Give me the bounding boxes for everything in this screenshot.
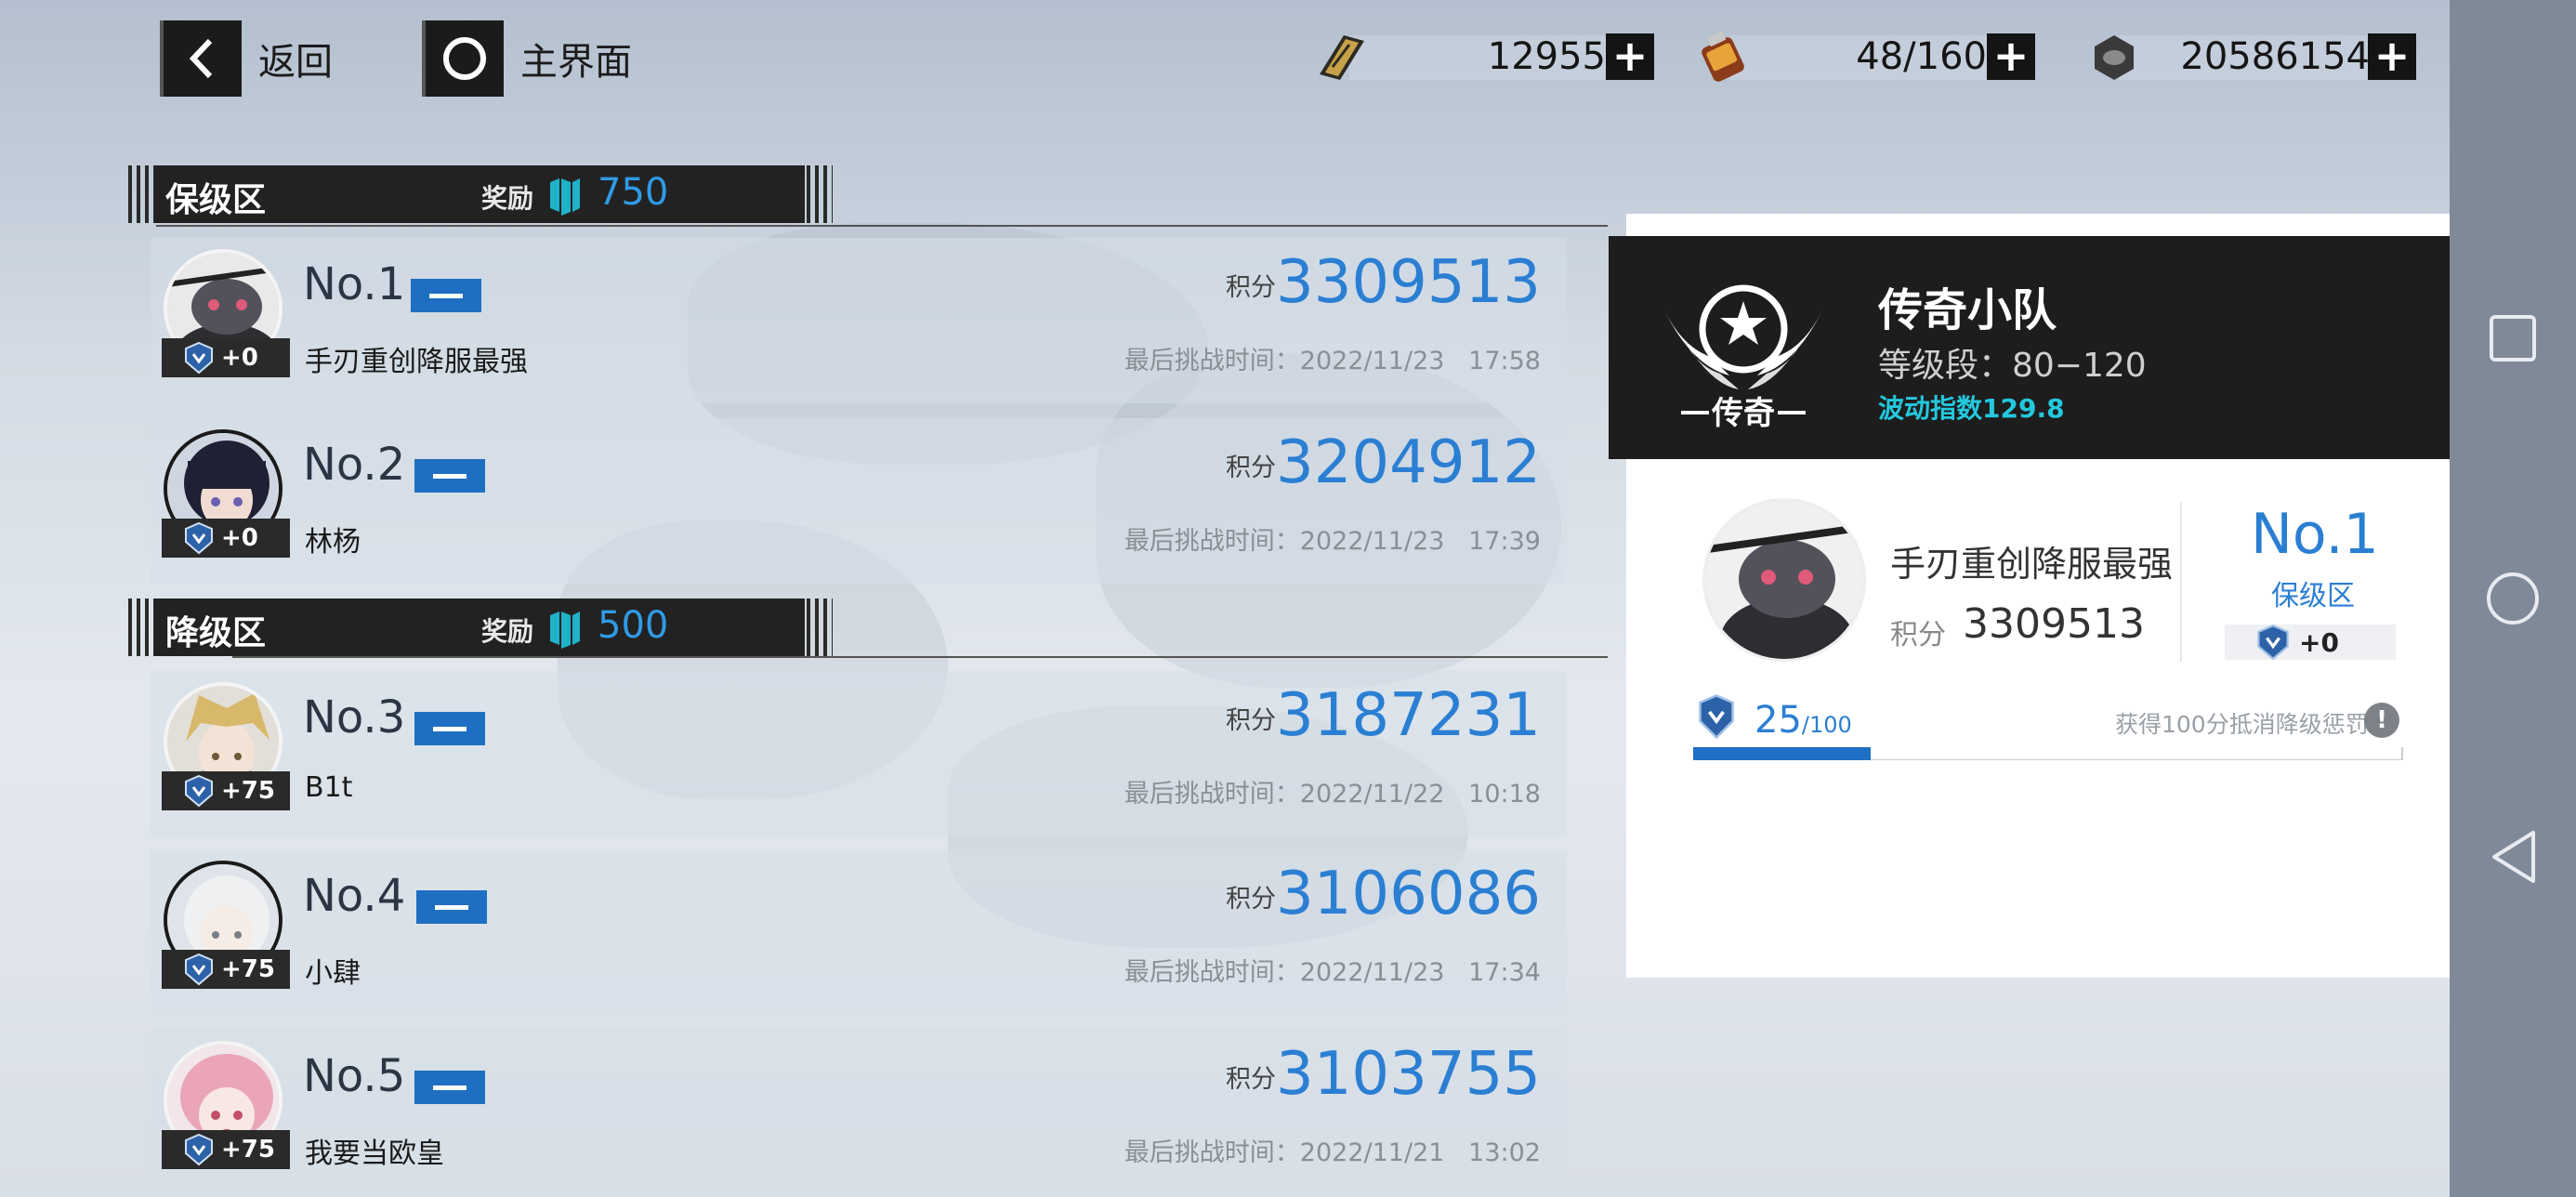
add-ticket-button[interactable]: + (1606, 33, 1654, 80)
rank-change-badge: +0 (162, 338, 290, 377)
team-header: 传奇 传奇小队 等级段：80−120 波动指数129.8 (1609, 236, 2458, 459)
back-label: 返回 (258, 41, 333, 84)
rank-change-badge: +75 (162, 950, 290, 989)
legend-emblem-icon: 传奇 (1664, 284, 1822, 431)
rank-label: No.1 (303, 258, 406, 310)
my-player-name: 手刃重创降服最强 (1890, 544, 2174, 585)
last-challenge-time: 最后挑战时间：2022/11/23 17:39 (1124, 527, 1541, 556)
rank-trend-flat-icon (414, 712, 485, 745)
shield-icon (2257, 625, 2289, 661)
divider (156, 225, 1608, 227)
score: 积分 3309513 (1225, 248, 1541, 317)
rank-label: No.2 (303, 439, 406, 491)
reward-medal-icon (550, 612, 580, 649)
svg-text:传奇: 传奇 (1711, 395, 1775, 431)
last-challenge-time: 最后挑战时间：2022/11/23 17:58 (1124, 347, 1541, 375)
rank-label: No.3 (303, 691, 406, 743)
protection-progress-value: 25/100 (1755, 699, 1852, 742)
recent-apps-button[interactable] (2479, 305, 2546, 372)
team-name: 传奇小队 (1878, 284, 2057, 336)
ranking-row[interactable]: +75 No.4 小肆 积分 3106086 最后挑战时间：2022/11/23… (151, 849, 1567, 1015)
rank-trend-flat-icon (414, 1071, 485, 1104)
rank-trend-flat-icon (416, 890, 487, 924)
ticket-icon (1320, 35, 1364, 80)
home-button[interactable]: 主界面 (422, 20, 632, 97)
protection-progress-bar (1693, 747, 2403, 760)
shield-icon (185, 953, 213, 986)
shield-icon (185, 774, 213, 808)
score: 积分 3103755 (1225, 1040, 1541, 1109)
home-label: 主界面 (520, 41, 632, 84)
player-name: 手刃重创降服最强 (305, 346, 528, 378)
my-score: 3309513 (1963, 600, 2145, 648)
shield-icon (1699, 694, 1734, 740)
my-avatar (1702, 498, 1866, 662)
ranking-row[interactable]: +75 No.5 我要当欧皇 积分 3103755 最后挑战时间：2022/11… (151, 1030, 1567, 1197)
rank-trend-flat-icon (414, 459, 485, 493)
last-challenge-time: 最后挑战时间：2022/11/21 13:02 (1124, 1138, 1541, 1167)
rank-change-badge: +75 (162, 771, 290, 810)
safe-zone-reward-label: 奖励 (481, 183, 534, 214)
gear-nut-icon (2095, 35, 2134, 80)
protection-hint: 获得100分抵消降级惩罚 (2115, 711, 2369, 738)
rank-trend-flat-icon (411, 279, 481, 312)
score: 积分 3187231 (1225, 681, 1541, 750)
team-wave-index: 波动指数129.8 (1878, 393, 2065, 424)
shield-icon (185, 521, 213, 555)
battery-icon (1702, 31, 1744, 82)
back-button[interactable]: 返回 (160, 20, 333, 97)
resource-battery-value: 48/160 (1856, 35, 1987, 78)
ranking-row[interactable]: +75 No.3 B1t 积分 3187231 最后挑战时间：2022/11/2… (151, 671, 1567, 836)
divider (232, 656, 1608, 658)
divider (2180, 502, 2182, 662)
back-arrow-icon (160, 20, 242, 97)
demote-zone-reward-value: 500 (598, 604, 669, 647)
demote-zone-header: 降级区 奖励 500 (128, 598, 835, 656)
my-score-label: 积分 (1890, 619, 1946, 651)
player-name: B1t (305, 771, 353, 804)
add-coin-button[interactable]: + (2368, 33, 2416, 80)
system-home-button[interactable] (2479, 565, 2546, 632)
safe-zone-title: 保级区 (165, 181, 267, 219)
score: 积分 3106086 (1225, 860, 1541, 928)
player-name: 我要当欧皇 (305, 1138, 444, 1170)
resource-battery: 48/160 + (1693, 28, 2035, 86)
player-name: 小肆 (305, 957, 361, 990)
home-circle-icon (422, 20, 504, 97)
rank-label: No.5 (303, 1050, 406, 1102)
my-rank: No.1 (2251, 502, 2379, 567)
square-icon (2490, 315, 2536, 362)
demote-zone-title: 降级区 (165, 614, 267, 652)
ranking-row[interactable]: +0 No.2 林杨 积分 3204912 最后挑战时间：2022/11/23 … (151, 418, 1567, 584)
resource-coin-value: 20586154 (2180, 35, 2370, 78)
shield-icon (185, 341, 213, 375)
player-name: 林杨 (305, 526, 361, 559)
info-icon[interactable]: ! (2364, 703, 2399, 738)
ranking-row[interactable]: +0 No.1 手刃重创降服最强 积分 3309513 最后挑战时间：2022/… (151, 238, 1567, 403)
circle-icon (2487, 572, 2539, 625)
system-back-button[interactable] (2479, 823, 2546, 890)
safe-zone-header: 保级区 奖励 750 (128, 165, 835, 223)
reward-medal-icon (550, 178, 580, 216)
team-level-range: 等级段：80−120 (1878, 347, 2147, 385)
rank-label: No.4 (303, 870, 406, 922)
my-zone: 保级区 (2271, 580, 2355, 612)
shield-icon (185, 1133, 213, 1166)
add-battery-button[interactable]: + (1987, 33, 2035, 80)
resource-ticket: 12955 + (1312, 28, 1654, 86)
rank-change-badge: +0 (162, 519, 290, 558)
demote-zone-reward-label: 奖励 (481, 616, 534, 647)
my-rank-change-badge: +0 (2225, 625, 2396, 661)
resource-ticket-value: 12955 (1487, 35, 1606, 78)
rank-change-badge: +75 (162, 1130, 290, 1169)
protection-progress-fill (1693, 747, 1871, 760)
last-challenge-time: 最后挑战时间：2022/11/23 17:34 (1124, 958, 1541, 987)
system-nav-bar (2450, 0, 2576, 1197)
score: 积分 3204912 (1225, 428, 1541, 497)
last-challenge-time: 最后挑战时间：2022/11/22 10:18 (1124, 780, 1541, 809)
triangle-back-icon (2492, 831, 2535, 883)
resource-coin: 20586154 + (2082, 28, 2416, 86)
safe-zone-reward-value: 750 (598, 171, 669, 214)
